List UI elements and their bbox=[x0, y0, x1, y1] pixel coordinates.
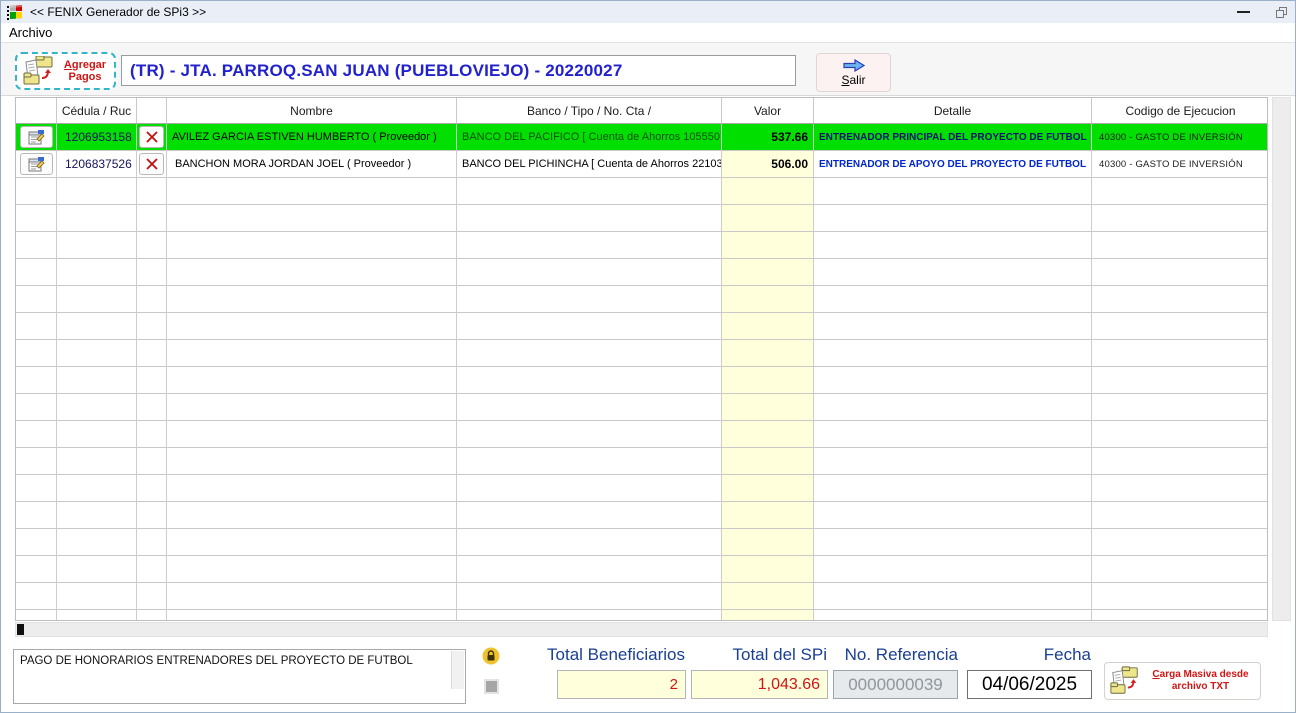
window-title: << FENIX Generador de SPi3 >> bbox=[30, 5, 207, 19]
empty-table-row[interactable] bbox=[16, 448, 1267, 475]
empty-table-row[interactable] bbox=[16, 340, 1267, 367]
grid-body: 1206953158 AVILEZ GARCIA ESTIVEN HUMBERT… bbox=[16, 124, 1267, 620]
delete-row-button[interactable] bbox=[139, 126, 164, 148]
minimize-icon bbox=[1236, 11, 1250, 13]
no-referencia-field: 0000000039 bbox=[833, 670, 958, 699]
header-valor[interactable]: Valor bbox=[722, 98, 814, 123]
empty-table-row[interactable] bbox=[16, 529, 1267, 556]
agregar-pagos-button[interactable]: Agregar Pagos bbox=[15, 52, 116, 90]
horizontal-scroll-thumb[interactable] bbox=[17, 624, 24, 635]
cell-banco[interactable]: BANCO DEL PACIFICO [ Cuenta de Ahorros 1… bbox=[457, 124, 722, 151]
empty-table-row[interactable] bbox=[16, 313, 1267, 340]
total-spi-label: Total del SPi bbox=[732, 645, 828, 664]
empty-table-row[interactable] bbox=[16, 502, 1267, 529]
header-nombre[interactable]: Nombre bbox=[167, 98, 457, 123]
delete-x-icon bbox=[145, 131, 158, 143]
restore-icon bbox=[1275, 6, 1287, 18]
menu-archivo[interactable]: Archivo bbox=[1, 25, 60, 40]
descripcion-textarea[interactable]: PAGO DE HONORARIOS ENTRENADORES DEL PROY… bbox=[13, 649, 466, 704]
carga-masiva-button[interactable]: Carga Masiva desde archivo TXT bbox=[1104, 662, 1261, 700]
row-delete-cell bbox=[137, 124, 167, 151]
empty-table-row[interactable] bbox=[16, 475, 1267, 502]
cell-nombre[interactable]: AVILEZ GARCIA ESTIVEN HUMBERTO ( Proveed… bbox=[167, 124, 457, 151]
payments-grid: Cédula / Ruc Nombre Banco / Tipo / No. C… bbox=[15, 97, 1268, 621]
table-row[interactable]: 1206837526 BANCHON MORA JORDAN JOEL ( Pr… bbox=[16, 151, 1267, 178]
header-cedula[interactable]: Cédula / Ruc bbox=[57, 98, 137, 123]
salir-button[interactable]: Salir bbox=[816, 53, 891, 92]
row-delete-cell bbox=[137, 151, 167, 178]
descripcion-scrollbar[interactable] bbox=[451, 651, 464, 689]
grid-empty-rows bbox=[16, 178, 1267, 620]
carga-masiva-label: Carga Masiva desde archivo TXT bbox=[1152, 669, 1249, 692]
exit-arrow-icon bbox=[842, 58, 865, 72]
cell-cedula[interactable]: 1206837526 bbox=[57, 151, 137, 178]
edit-icon bbox=[28, 156, 45, 171]
fecha-label: Fecha bbox=[1043, 645, 1091, 664]
grid-vertical-scrollbar[interactable] bbox=[1272, 97, 1291, 621]
grid-header-row: Cédula / Ruc Nombre Banco / Tipo / No. C… bbox=[16, 98, 1267, 124]
no-referencia-label: No. Referencia bbox=[844, 645, 958, 664]
minimize-button[interactable] bbox=[1223, 1, 1263, 23]
cell-banco[interactable]: BANCO DEL PICHINCHA [ Cuenta de Ahorros … bbox=[457, 151, 722, 178]
empty-table-row[interactable] bbox=[16, 286, 1267, 313]
fecha-field[interactable]: 04/06/2025 bbox=[967, 670, 1092, 699]
delete-x-icon bbox=[145, 158, 158, 170]
header-detalle[interactable]: Detalle bbox=[814, 98, 1092, 123]
add-payments-folder-icon bbox=[23, 56, 53, 85]
header-banco[interactable]: Banco / Tipo / No. Cta / bbox=[457, 98, 722, 123]
bulk-load-folder-icon bbox=[1110, 666, 1138, 694]
agregar-pagos-label: Agregar Pagos bbox=[63, 59, 107, 83]
header-codigo[interactable]: Codigo de Ejecucion bbox=[1092, 98, 1267, 123]
cell-nombre[interactable]: BANCHON MORA JORDAN JOEL ( Proveedor ) bbox=[167, 151, 457, 178]
empty-table-row[interactable] bbox=[16, 421, 1267, 448]
table-row[interactable]: 1206953158 AVILEZ GARCIA ESTIVEN HUMBERT… bbox=[16, 124, 1267, 151]
toolbar: Agregar Pagos (TR) - JTA. PARROQ.SAN JUA… bbox=[1, 43, 1295, 96]
header-row-selector bbox=[16, 98, 57, 123]
edit-row-button[interactable] bbox=[19, 126, 53, 148]
footer-panel: PAGO DE HONORARIOS ENTRENADORES DEL PROY… bbox=[1, 638, 1295, 712]
edit-row-button[interactable] bbox=[19, 153, 53, 175]
delete-row-button[interactable] bbox=[139, 153, 164, 175]
empty-table-row[interactable] bbox=[16, 367, 1267, 394]
entity-title-field[interactable]: (TR) - JTA. PARROQ.SAN JUAN (PUEBLOVIEJO… bbox=[121, 55, 796, 86]
cell-detalle[interactable]: ENTRENADOR PRINCIPAL DEL PROYECTO DE FUT… bbox=[814, 124, 1092, 151]
menu-bar: Archivo bbox=[1, 23, 1295, 43]
empty-table-row[interactable] bbox=[16, 205, 1267, 232]
app-window: << FENIX Generador de SPi3 >> Archivo Ag… bbox=[0, 0, 1296, 713]
app-logo-icon bbox=[7, 5, 22, 20]
empty-table-row[interactable] bbox=[16, 556, 1267, 583]
restore-button[interactable] bbox=[1261, 1, 1295, 23]
total-beneficiarios-label: Total Beneficiarios bbox=[547, 645, 685, 664]
empty-table-row[interactable] bbox=[16, 610, 1267, 620]
grid-horizontal-scrollbar[interactable] bbox=[15, 622, 1268, 637]
salir-label: Salir bbox=[841, 72, 866, 87]
empty-table-row[interactable] bbox=[16, 583, 1267, 610]
header-delete bbox=[137, 98, 167, 123]
entity-title-text: (TR) - JTA. PARROQ.SAN JUAN (PUEBLOVIEJO… bbox=[130, 60, 623, 80]
edit-icon bbox=[28, 129, 45, 144]
lock-indicator bbox=[482, 647, 500, 665]
total-spi-value: 1,043.66 bbox=[691, 670, 828, 699]
empty-table-row[interactable] bbox=[16, 232, 1267, 259]
row-edit-cell bbox=[16, 151, 57, 178]
descripcion-text: PAGO DE HONORARIOS ENTRENADORES DEL PROY… bbox=[20, 655, 413, 667]
cell-valor[interactable]: 537.66 bbox=[722, 124, 814, 151]
empty-table-row[interactable] bbox=[16, 178, 1267, 205]
cell-cedula[interactable]: 1206953158 bbox=[57, 124, 137, 151]
row-edit-cell bbox=[16, 124, 57, 151]
cell-detalle[interactable]: ENTRENADOR DE APOYO DEL PROYECTO DE FUTB… bbox=[814, 151, 1092, 178]
lock-icon bbox=[482, 647, 500, 665]
cell-valor[interactable]: 506.00 bbox=[722, 151, 814, 178]
cell-codigo[interactable]: 40300 - GASTO DE INVERSIÓN bbox=[1092, 124, 1267, 151]
title-bar: << FENIX Generador de SPi3 >> bbox=[1, 1, 1295, 23]
total-beneficiarios-value: 2 bbox=[557, 670, 686, 699]
status-square[interactable] bbox=[484, 679, 499, 694]
empty-table-row[interactable] bbox=[16, 394, 1267, 421]
empty-table-row[interactable] bbox=[16, 259, 1267, 286]
cell-codigo[interactable]: 40300 - GASTO DE INVERSIÓN bbox=[1092, 151, 1267, 178]
